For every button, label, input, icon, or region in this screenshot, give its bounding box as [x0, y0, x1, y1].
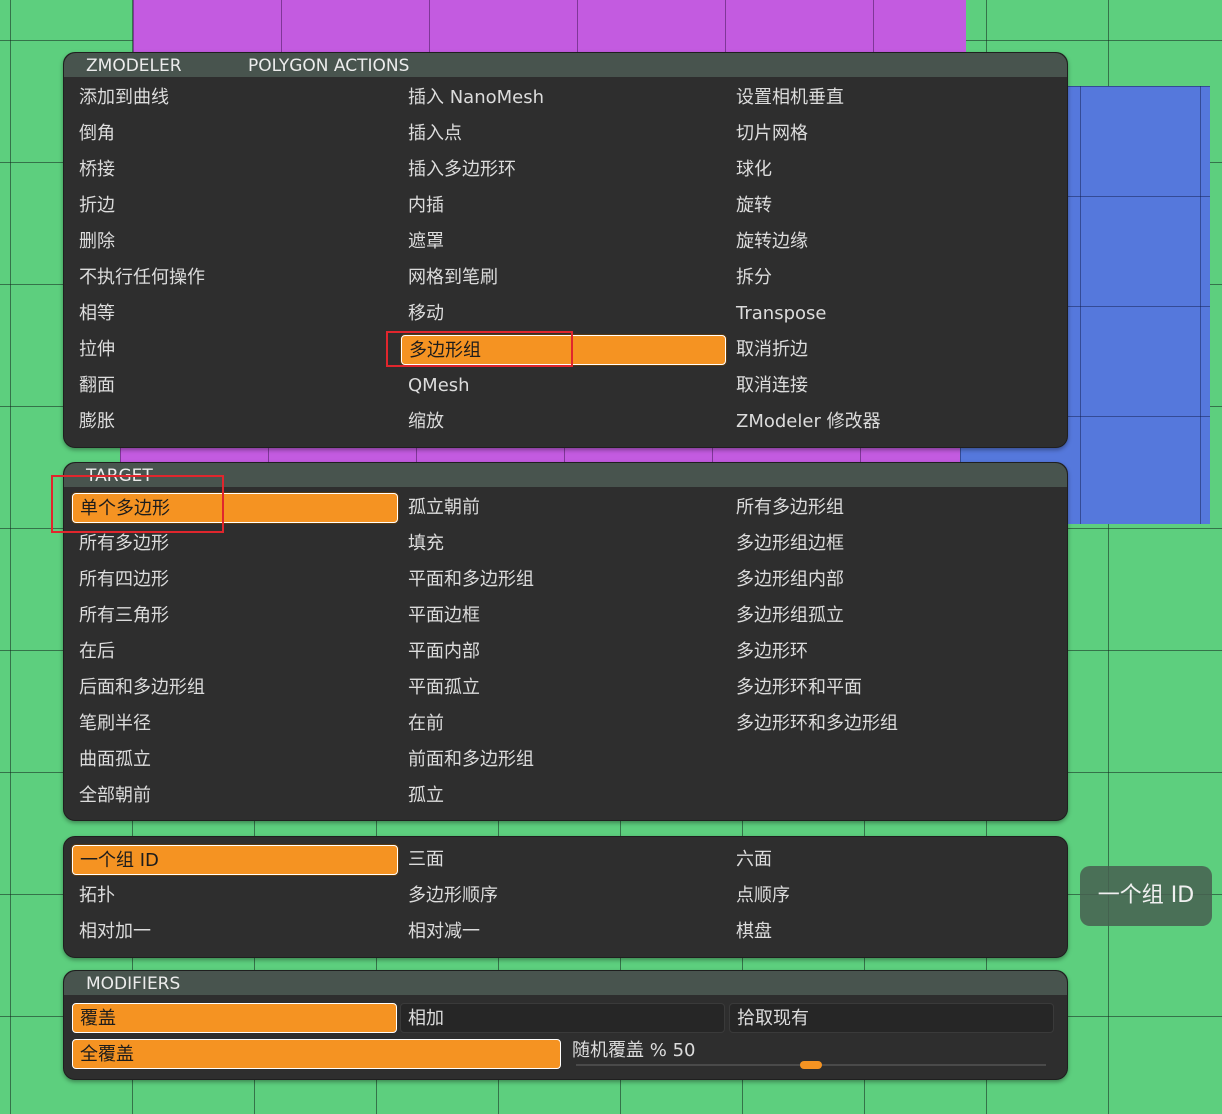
target-col3-item-2[interactable]: 多边形组内部 — [729, 565, 1054, 595]
target-col2-item-8[interactable]: 孤立 — [401, 781, 726, 811]
group-col3-item-0[interactable]: 六面 — [729, 845, 1054, 875]
zmodeler-col1-item-0[interactable]: 添加到曲线 — [72, 83, 398, 113]
zmodeler-col2-item-7[interactable]: 多边形组 — [401, 335, 726, 365]
zmodeler-col1-item-6[interactable]: 相等 — [72, 299, 398, 329]
zmodeler-col3-item-6[interactable]: Transpose — [729, 299, 1054, 329]
target-header: TARGET — [64, 463, 1067, 487]
target-col1-item-7[interactable]: 曲面孤立 — [72, 745, 398, 775]
zmodeler-col3-item-8[interactable]: 取消连接 — [729, 371, 1054, 401]
target-col1-item-3[interactable]: 所有三角形 — [72, 601, 398, 631]
target-col3-item-5[interactable]: 多边形环和平面 — [729, 673, 1054, 703]
zmodeler-col1-item-1[interactable]: 倒角 — [72, 119, 398, 149]
zmodeler-col1-item-4[interactable]: 删除 — [72, 227, 398, 257]
target-col2-item-1[interactable]: 填充 — [401, 529, 726, 559]
zmodeler-col1-item-2[interactable]: 桥接 — [72, 155, 398, 185]
random-overwrite-text: 随机覆盖 % — [572, 1040, 667, 1061]
random-overwrite-slider-thumb[interactable] — [800, 1061, 822, 1069]
target-col1-item-2[interactable]: 所有四边形 — [72, 565, 398, 595]
group-col1-item-0[interactable]: 一个组 ID — [72, 845, 398, 875]
target-col1-item-4[interactable]: 在后 — [72, 637, 398, 667]
target-col2-item-7[interactable]: 前面和多边形组 — [401, 745, 726, 775]
target-col2-item-6[interactable]: 在前 — [401, 709, 726, 739]
target-col3-item-0[interactable]: 所有多边形组 — [729, 493, 1054, 523]
target-col2-item-5[interactable]: 平面孤立 — [401, 673, 726, 703]
zmodeler-col2-item-2[interactable]: 插入多边形环 — [401, 155, 726, 185]
group-col2-item-0[interactable]: 三面 — [401, 845, 726, 875]
zmodeler-col2-item-4[interactable]: 遮罩 — [401, 227, 726, 257]
zmodeler-col3-item-1[interactable]: 切片网格 — [729, 119, 1054, 149]
zmodeler-col3-item-5[interactable]: 拆分 — [729, 263, 1054, 293]
target-col2-item-0[interactable]: 孤立朝前 — [401, 493, 726, 523]
zmodeler-col1-item-7[interactable]: 拉伸 — [72, 335, 398, 365]
modifier-overwrite-button[interactable]: 覆盖 — [72, 1003, 397, 1033]
zmodeler-col3-item-2[interactable]: 球化 — [729, 155, 1054, 185]
target-col2-item-2[interactable]: 平面和多边形组 — [401, 565, 726, 595]
group-col3-item-1[interactable]: 点顺序 — [729, 881, 1054, 911]
target-col1-item-6[interactable]: 笔刷半径 — [72, 709, 398, 739]
group-col1-item-2[interactable]: 相对加一 — [72, 917, 398, 947]
target-col2-item-3[interactable]: 平面边框 — [401, 601, 726, 631]
zmodeler-col3-item-4[interactable]: 旋转边缘 — [729, 227, 1054, 257]
group-col2-item-2[interactable]: 相对减一 — [401, 917, 726, 947]
target-col3-item-6[interactable]: 多边形环和多边形组 — [729, 709, 1054, 739]
zmodeler-col2-item-1[interactable]: 插入点 — [401, 119, 726, 149]
random-overwrite-label: 随机覆盖 % 50 — [565, 1036, 695, 1066]
target-panel: TARGET 单个多边形所有多边形所有四边形所有三角形在后后面和多边形组 笔刷半径… — [63, 462, 1068, 821]
target-col3-item-4[interactable]: 多边形环 — [729, 637, 1054, 667]
zmodeler-col3-item-7[interactable]: 取消折边 — [729, 335, 1054, 365]
group-id-floating-button[interactable]: 一个组 ID — [1080, 866, 1212, 926]
group-panel: 一个组 ID 拓扑相对加一 三面多边形顺序相对减一 六面点顺序棋盘 — [63, 836, 1068, 958]
zmodeler-col2-item-8[interactable]: QMesh — [401, 371, 726, 401]
zmodeler-col1-item-8[interactable]: 翻面 — [72, 371, 398, 401]
target-col1-item-1[interactable]: 所有多边形 — [72, 529, 398, 559]
modifiers-title: MODIFIERS — [86, 974, 181, 994]
zmodeler-col1-item-9[interactable]: 膨胀 — [72, 407, 398, 437]
group-col1-item-1[interactable]: 拓扑 — [72, 881, 398, 911]
modifiers-header: MODIFIERS — [64, 971, 1067, 995]
target-col1-item-5[interactable]: 后面和多边形组 — [72, 673, 398, 703]
target-col3-item-1[interactable]: 多边形组边框 — [729, 529, 1054, 559]
zmodeler-header: ZMODELER POLYGON ACTIONS — [64, 53, 1067, 77]
zmodeler-col1-item-3[interactable]: 折边 — [72, 191, 398, 221]
zmodeler-col2-item-0[interactable]: 插入 NanoMesh — [401, 83, 726, 113]
random-overwrite-value: 50 — [672, 1040, 696, 1061]
group-col2-item-1[interactable]: 多边形顺序 — [401, 881, 726, 911]
modifier-add-button[interactable]: 相加 — [400, 1003, 725, 1033]
modifier-full-overwrite-button[interactable]: 全覆盖 — [72, 1039, 561, 1069]
zmodeler-col2-item-3[interactable]: 内插 — [401, 191, 726, 221]
zmodeler-title: ZMODELER — [86, 56, 182, 76]
group-col3-item-2[interactable]: 棋盘 — [729, 917, 1054, 947]
zmodeler-col2-item-6[interactable]: 移动 — [401, 299, 726, 329]
polygon-actions-title: POLYGON ACTIONS — [248, 56, 410, 76]
target-col3-item-3[interactable]: 多边形组孤立 — [729, 601, 1054, 631]
target-col1-item-0[interactable]: 单个多边形 — [72, 493, 398, 523]
target-title: TARGET — [86, 466, 153, 486]
zmodeler-col2-item-5[interactable]: 网格到笔刷 — [401, 263, 726, 293]
zmodeler-col3-item-9[interactable]: ZModeler 修改器 — [729, 407, 1054, 437]
zmodeler-col3-item-0[interactable]: 设置相机垂直 — [729, 83, 1054, 113]
zmodeler-col2-item-9[interactable]: 缩放 — [401, 407, 726, 437]
zmodeler-col3-item-3[interactable]: 旋转 — [729, 191, 1054, 221]
target-col1-item-8[interactable]: 全部朝前 — [72, 781, 398, 811]
target-col2-item-4[interactable]: 平面内部 — [401, 637, 726, 667]
zmodeler-panel: ZMODELER POLYGON ACTIONS 添加到曲线倒角桥接折边删除不执… — [63, 52, 1068, 448]
zmodeler-col1-item-5[interactable]: 不执行任何操作 — [72, 263, 398, 293]
modifier-pick-existing-button[interactable]: 拾取现有 — [729, 1003, 1054, 1033]
